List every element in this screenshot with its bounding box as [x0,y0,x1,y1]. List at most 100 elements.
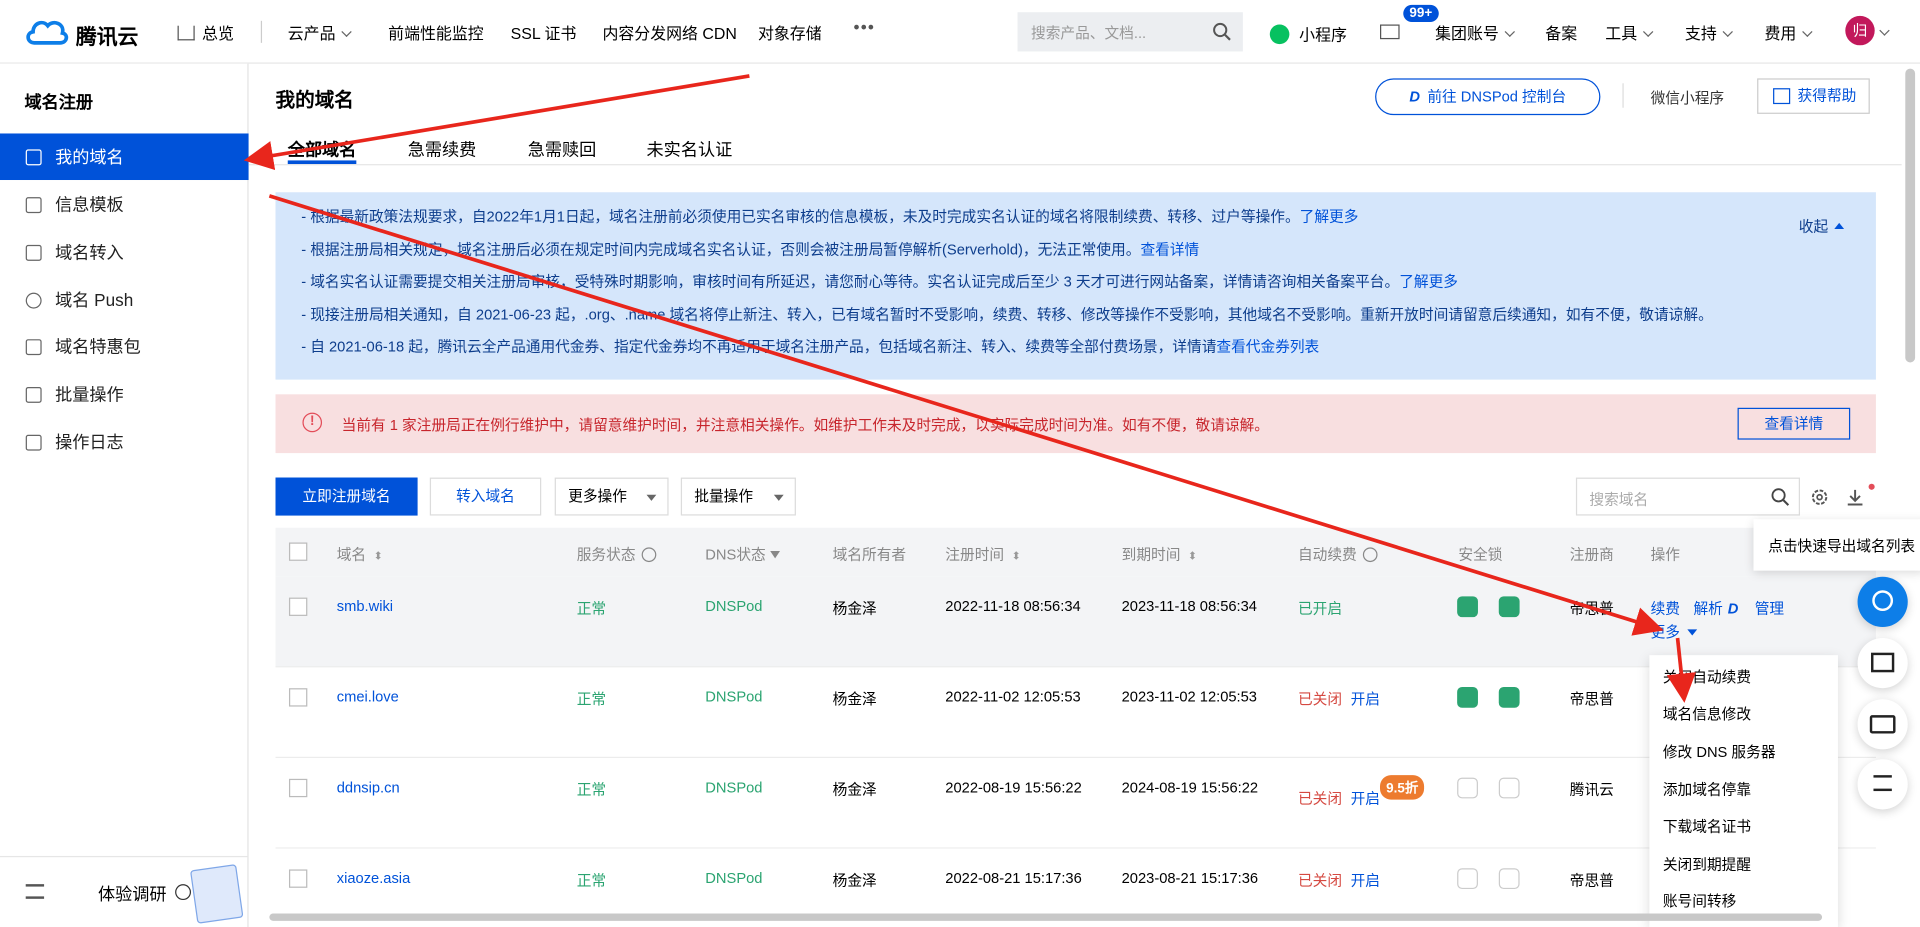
tab-urgent-redeem[interactable]: 急需赎回 [528,137,597,161]
register-domain-button[interactable]: 立即注册域名 [275,477,418,516]
dnspod-console-button[interactable]: D 前往 DNSPod 控制台 [1375,78,1601,116]
domain-link[interactable]: ddnsip.cn [337,779,400,796]
sidebar-item-batch[interactable]: 批量操作 [0,371,249,418]
row-checkbox[interactable] [288,688,308,707]
horizontal-scrollbar[interactable] [269,913,1823,921]
resolve-link[interactable]: 解析 D [1693,598,1738,619]
service-status: 正常 [576,871,607,890]
domain-link[interactable]: cmei.love [337,688,399,705]
sort-icon: ⬍ [1187,549,1198,563]
row-checkbox[interactable] [288,778,308,798]
more-label: 更多 [1650,623,1681,641]
owner: 杨金泽 [832,871,877,890]
domain-search-input[interactable]: 搜索域名 [1575,477,1801,516]
nav-beian[interactable]: 备案 [1545,21,1577,44]
list-float-button[interactable] [1857,638,1908,689]
menu-item-close-auto-renew[interactable]: 关闭自动续费 [1663,666,1751,687]
row-checkbox[interactable] [288,869,308,888]
tab-unverified[interactable]: 未实名认证 [647,137,733,161]
nav-cos[interactable]: 对象存储 [758,21,822,44]
collapse-menu-icon[interactable] [25,884,45,899]
menu-float-button[interactable] [1857,759,1908,810]
col-reg-time[interactable]: 注册时间 ⬍ [945,544,1020,565]
more-actions-toggle[interactable]: 更多 [1651,621,1698,642]
menu-item-modify-domain-info[interactable]: 域名信息修改 [1663,703,1751,724]
customer-service-button[interactable] [1857,576,1908,627]
nav-products[interactable]: 云产品 [288,21,352,44]
notice-link[interactable]: 查看详情 [1140,241,1199,258]
search-icon[interactable] [1771,487,1791,507]
notice-link[interactable]: 了解更多 [1300,208,1359,225]
info-icon[interactable] [641,547,657,563]
transfer-lock-icon[interactable] [1457,777,1478,799]
nav-ssl[interactable]: SSL 证书 [511,21,577,44]
domain-link[interactable]: smb.wiki [337,598,393,615]
nav-fee[interactable]: 费用 [1764,21,1813,44]
col-exp-time[interactable]: 到期时间 ⬍ [1122,544,1197,565]
docs-float-button[interactable] [1857,699,1908,750]
sidebar-item-info-template[interactable]: 信息模板 [0,181,249,228]
more-menu-icon[interactable]: ••• [853,17,875,37]
sidebar-item-transfer-in[interactable]: 域名转入 [0,229,249,276]
nav-support[interactable]: 支持 [1685,21,1733,44]
col-dns[interactable]: DNS状态 [705,544,781,565]
update-lock-icon[interactable] [1498,777,1520,799]
enable-auto-renew-link[interactable]: 开启 [1351,787,1380,808]
enable-auto-renew-link[interactable]: 开启 [1351,688,1380,709]
transfer-lock-icon[interactable] [1457,868,1478,890]
survey-link[interactable]: 体验调研 [98,882,167,906]
renew-link[interactable]: 续费 [1651,598,1680,619]
notice-link[interactable]: 了解更多 [1399,273,1458,290]
user-avatar[interactable]: 归 [1845,15,1875,46]
select-all-checkbox[interactable] [288,542,308,561]
view-details-button[interactable]: 查看详情 [1737,407,1851,440]
account-menu[interactable]: 集团账号 [1435,21,1516,44]
nav-tools[interactable]: 工具 [1605,21,1654,44]
indent-icon [1873,775,1892,792]
sidebar-item-log[interactable]: 操作日志 [0,419,249,466]
col-status: 服务状态 [577,544,657,565]
nav-overview[interactable]: 总览 [177,21,234,44]
tab-all-domains[interactable]: 全部域名 [288,137,357,161]
more-ops-select[interactable]: 更多操作 [554,477,669,516]
mini-program-link[interactable]: 小程序 [1269,21,1347,45]
menu-item-add-parking[interactable]: 添加域名停靠 [1663,779,1751,800]
vertical-scrollbar[interactable] [1905,68,1916,363]
menu-item-download-cert[interactable]: 下载域名证书 [1663,816,1751,837]
tools-label: 工具 [1605,24,1638,43]
info-icon[interactable] [1362,547,1378,563]
nav-cdn[interactable]: 内容分发网络 CDN [602,21,736,44]
sidebar-item-special-pack[interactable]: 域名特惠包 [0,323,249,370]
get-help-button[interactable]: 获得帮助 [1757,78,1870,114]
update-lock-icon[interactable] [1498,868,1520,890]
notice-link[interactable]: 查看代金券列表 [1216,338,1319,355]
mail-icon[interactable] [1380,24,1400,40]
enable-auto-renew-link[interactable]: 开启 [1351,869,1380,890]
transfer-domain-button[interactable]: 转入域名 [429,477,542,516]
nav-frontend-monitor[interactable]: 前端性能监控 [388,21,484,44]
col-domain[interactable]: 域名 ⬍ [337,544,383,565]
wechat-mini-program-link[interactable]: 微信小程序 [1651,87,1724,108]
update-lock-icon[interactable] [1498,596,1520,618]
settings-gear-icon[interactable] [1810,487,1830,507]
dnspod-icon: D [1409,88,1420,106]
sidebar-item-push[interactable]: 域名 Push [0,277,249,324]
chevron-down-icon[interactable] [1879,25,1890,36]
menu-item-account-transfer[interactable]: 账号间转移 [1663,890,1736,911]
menu-item-modify-dns[interactable]: 修改 DNS 服务器 [1663,741,1776,762]
exp-time: 2023-11-18 08:56:34 [1121,597,1257,615]
global-search-input[interactable]: 搜索产品、文档... [1017,12,1243,52]
tab-urgent-renew[interactable]: 急需续费 [408,137,477,161]
download-icon[interactable] [1845,487,1865,507]
transfer-lock-icon[interactable] [1457,686,1478,708]
update-lock-icon[interactable] [1498,686,1520,708]
domain-link[interactable]: xiaoze.asia [337,869,411,886]
manage-link[interactable]: 管理 [1755,598,1784,619]
sidebar-item-my-domains[interactable]: 我的域名 [0,133,249,181]
batch-ops-label: 批量操作 [694,487,754,505]
row-checkbox[interactable] [288,597,308,616]
collapse-notice-button[interactable]: 收起 [1799,216,1845,237]
batch-ops-select[interactable]: 批量操作 [680,477,796,516]
menu-item-close-expiry-reminder[interactable]: 关闭到期提醒 [1663,854,1751,875]
transfer-lock-icon[interactable] [1457,596,1478,618]
